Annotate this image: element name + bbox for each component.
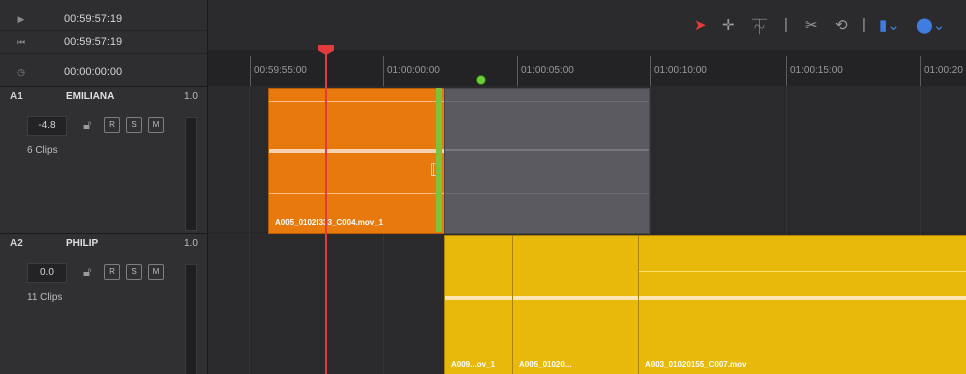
link-icon[interactable]: ⟲ — [835, 16, 848, 34]
pointer-icon[interactable]: ➤ — [694, 16, 707, 34]
timecode-row-duration: ◷ 00:00:00:00 — [0, 53, 207, 87]
record-arm-button[interactable]: R — [104, 117, 120, 133]
playhead[interactable] — [325, 50, 327, 374]
flag-dropdown-icon[interactable]: ▮⌄ — [879, 16, 900, 34]
clip-label: A005_0102l333_C004.mov_1 — [275, 218, 384, 227]
record-arm-button[interactable]: R — [104, 264, 120, 280]
timeline-toolbar: ➤ ✛ ⏇ | ✂ ⟲ | ▮⌄ ⬤⌄ — [208, 0, 966, 51]
clip-label: A009...ov_1 — [451, 360, 496, 369]
mute-button[interactable]: M — [148, 117, 164, 133]
audio-meter — [185, 117, 197, 231]
clip-a2-3[interactable]: A003_01020155_C007.mov — [638, 235, 966, 374]
timeline-window: ▶︎ 00:59:57:19 ⏮ 00:59:57:19 ◷ 00:00:00:… — [0, 0, 966, 374]
separator-icon: | — [784, 16, 788, 33]
ruler-label: 01:00:10:00 — [654, 65, 707, 76]
crosshair-icon[interactable]: ✛ — [722, 16, 735, 34]
track-name[interactable]: EMILIANA — [66, 91, 114, 102]
track-header-a1[interactable]: A1 EMILIANA 1.0 -4.8 🔓︎ R S M 6 Clips — [0, 86, 207, 233]
solo-button[interactable]: S — [126, 117, 142, 133]
track-header-a2[interactable]: A2 PHILIP 1.0 0.0 🔓︎ R S M 11 Clips — [0, 233, 207, 374]
trim-edit-point[interactable] — [436, 88, 442, 232]
timecode-row-current: ▶︎ 00:59:57:19 — [0, 8, 207, 31]
track-level-field[interactable]: -4.8 — [27, 116, 67, 136]
track-volume: 1.0 — [184, 91, 198, 102]
ruler-label: 01:00:15:00 — [790, 65, 843, 76]
track-name[interactable]: PHILIP — [66, 238, 98, 249]
ruler-label: 01:00:00:00 — [387, 65, 440, 76]
lock-icon[interactable]: 🔓︎ — [83, 264, 91, 280]
clip-a1-1[interactable]: A005_0102l333_C004.mov_1 — [268, 88, 446, 234]
track-id: A2 — [10, 238, 23, 249]
track-volume: 1.0 — [184, 238, 198, 249]
audio-meter — [185, 264, 197, 374]
skip-to-start-icon: ⏮ — [16, 37, 26, 47]
timecode-start[interactable]: 00:59:57:19 — [64, 31, 122, 53]
track-header-column: ▶︎ 00:59:57:19 ⏮ 00:59:57:19 ◷ 00:00:00:… — [0, 0, 208, 374]
clip-a2-1[interactable]: A009...ov_1 — [444, 235, 514, 374]
scissors-icon[interactable]: ✂ — [805, 16, 818, 34]
timeline-lanes: A005_0102l333_C004.mov_1 ⟦ A009...ov_1 A… — [208, 45, 966, 374]
trim-cursor-icon: ⟦ — [430, 161, 437, 177]
marker-icon[interactable] — [476, 75, 486, 85]
clip-count: 6 Clips — [27, 145, 58, 156]
solo-button[interactable]: S — [126, 264, 142, 280]
clip-a1-2[interactable] — [444, 88, 650, 234]
clip-count: 11 Clips — [27, 292, 63, 303]
ruler-label: 01:00:20 — [924, 65, 963, 76]
track-id: A1 — [10, 91, 23, 102]
timecode-ruler[interactable]: 00:59:55:00 01:00:00:00 01:00:05:00 01:0… — [208, 51, 966, 86]
lock-icon[interactable]: 🔓︎ — [83, 117, 91, 133]
mute-button[interactable]: M — [148, 264, 164, 280]
timecode-current[interactable]: 00:59:57:19 — [64, 8, 122, 30]
separator-icon: | — [862, 16, 866, 33]
ruler-label: 01:00:05:00 — [521, 65, 574, 76]
timecode-row-start: ⏮ 00:59:57:19 — [0, 31, 207, 54]
clip-a2-2[interactable]: A005_01020... — [512, 235, 639, 374]
ruler-label: 00:59:55:00 — [254, 65, 307, 76]
play-next-icon: ▶︎ — [17, 14, 25, 24]
clip-label: A003_01020155_C007.mov — [645, 360, 747, 369]
blade-insert-icon[interactable]: ⏇ — [752, 16, 767, 37]
track-level-field[interactable]: 0.0 — [27, 263, 67, 283]
marker-dropdown-icon[interactable]: ⬤⌄ — [916, 16, 945, 34]
clip-label: A005_01020... — [519, 360, 572, 369]
